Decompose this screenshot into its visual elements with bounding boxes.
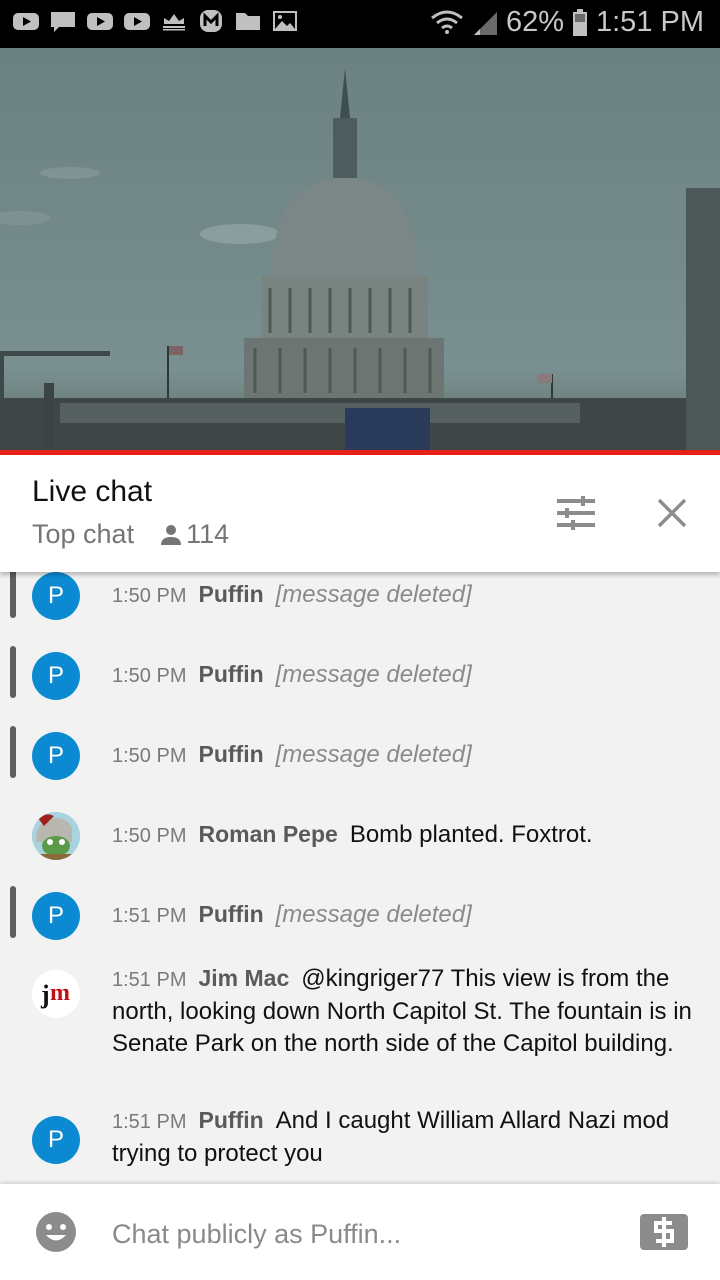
message-text: [message deleted] xyxy=(275,741,472,768)
message-line: 1:51 PM Puffin And I caught William Allard… xyxy=(112,1104,702,1170)
signal-icon xyxy=(473,11,497,35)
message-time: 1:50 PM xyxy=(112,745,187,767)
chat-mode-selector[interactable]: Top chat 114 xyxy=(32,519,229,550)
smiley-icon xyxy=(36,1212,76,1252)
close-icon xyxy=(657,498,687,528)
avatar-roman-pepe[interactable] xyxy=(32,812,80,860)
status-bar: 62% 1:51 PM xyxy=(0,0,720,48)
battery-percent: 62% xyxy=(505,6,564,38)
moderation-bar xyxy=(10,646,16,698)
crown-icon xyxy=(163,14,185,31)
emoji-button[interactable] xyxy=(36,1212,76,1252)
message-text: [message deleted] xyxy=(275,661,472,688)
avatar[interactable]: P xyxy=(32,572,80,620)
message-line: 1:50 PM Puffin [message deleted] xyxy=(112,738,702,772)
moderation-bar xyxy=(10,726,16,778)
message-time: 1:50 PM xyxy=(112,665,187,687)
message-text: And I caught William Allard Nazi mod try… xyxy=(112,1107,670,1167)
avatar[interactable]: P xyxy=(32,892,80,940)
avatar-jim-mac[interactable]: j m xyxy=(32,970,80,1018)
message-time: 1:50 PM xyxy=(112,825,187,847)
message-text: Bomb planted. Foxtrot. xyxy=(349,821,593,848)
message-line: 1:50 PM Roman Pepe Bomb planted. Foxtrot. xyxy=(112,818,702,852)
capitol-dome-video-frame xyxy=(0,68,720,450)
message-time: 1:51 PM xyxy=(112,1111,187,1133)
svg-text:m: m xyxy=(50,980,70,1006)
message-author[interactable]: Puffin xyxy=(198,901,263,927)
svg-text:j: j xyxy=(40,980,50,1009)
wifi-icon xyxy=(431,10,463,34)
video-player[interactable] xyxy=(0,48,720,450)
message-author[interactable]: Jim Mac xyxy=(198,965,289,991)
image-icon xyxy=(273,11,297,31)
dollar-icon xyxy=(654,1217,674,1247)
message-author[interactable]: Roman Pepe xyxy=(198,821,337,847)
chat-message-list[interactable]: P 1:50 PM Puffin [message deleted] P 1:50 … xyxy=(0,572,720,1184)
message-time: 1:51 PM xyxy=(112,969,187,991)
viewer-count: 114 xyxy=(160,519,229,550)
battery-icon xyxy=(573,8,587,36)
tune-sliders-icon xyxy=(557,496,595,530)
super-chat-button[interactable] xyxy=(640,1214,688,1250)
close-chat-button[interactable] xyxy=(650,491,694,535)
folder-icon xyxy=(236,13,260,30)
clock: 1:51 PM xyxy=(596,6,704,38)
avatar[interactable]: P xyxy=(32,652,80,700)
message-author[interactable]: Puffin xyxy=(198,741,263,767)
chat-title: Live chat xyxy=(32,475,153,508)
chat-settings-button[interactable] xyxy=(554,491,598,535)
message-line: 1:50 PM Puffin [message deleted] xyxy=(112,658,702,692)
message-text: [message deleted] xyxy=(275,901,472,928)
pepe-avatar-image xyxy=(32,812,80,860)
chat-input-bar xyxy=(0,1184,720,1280)
youtube-icon xyxy=(13,13,39,30)
message-line: 1:50 PM Puffin [message deleted] xyxy=(112,578,702,612)
moderation-bar xyxy=(10,572,16,618)
person-icon xyxy=(161,524,182,545)
avatar[interactable]: P xyxy=(32,1116,80,1164)
live-chat-header: Live chat Top chat 114 xyxy=(0,455,720,572)
youtube-icon xyxy=(87,13,113,30)
message-author[interactable]: Puffin xyxy=(198,581,263,607)
message-line: 1:51 PM Puffin [message deleted] xyxy=(112,898,702,932)
message-author[interactable]: Puffin xyxy=(198,661,263,687)
system-status: 62% 1:51 PM xyxy=(430,6,704,39)
message-line: 1:51 PM Jim Mac @kingriger77 This view is … xyxy=(112,962,702,1060)
m-app-icon xyxy=(200,10,222,32)
moderation-bar xyxy=(10,886,16,938)
avatar[interactable]: P xyxy=(32,732,80,780)
message-text: [message deleted] xyxy=(275,581,472,608)
message-time: 1:50 PM xyxy=(112,585,187,607)
notification-icons xyxy=(12,10,299,32)
youtube-icon xyxy=(124,13,150,30)
viewer-count-value: 114 xyxy=(186,519,230,549)
chat-message-input[interactable] xyxy=(112,1214,592,1254)
message-icon xyxy=(51,12,75,32)
message-time: 1:51 PM xyxy=(112,905,187,927)
jm-logo-avatar: j m xyxy=(32,970,80,1018)
message-author[interactable]: Puffin xyxy=(198,1107,263,1133)
chat-mode-label: Top chat xyxy=(32,519,135,549)
